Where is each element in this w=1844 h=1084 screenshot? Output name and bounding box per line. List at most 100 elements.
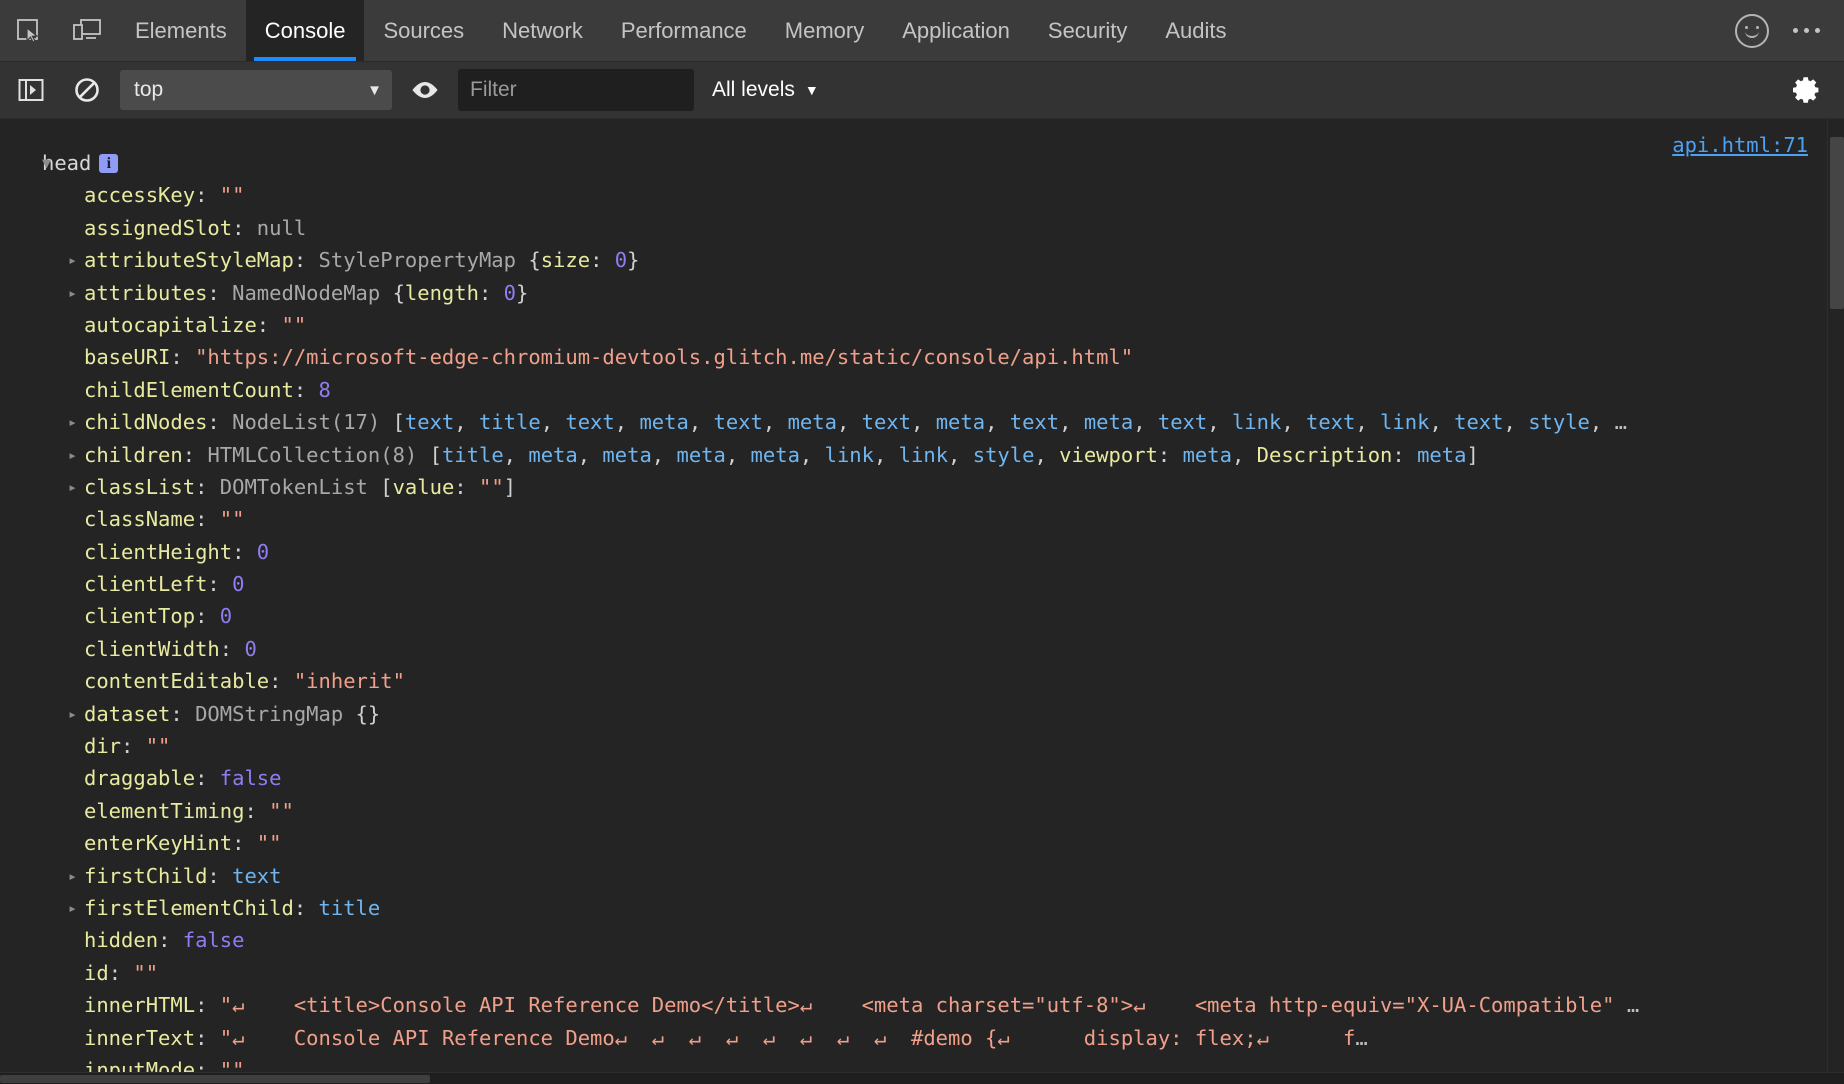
console-output-panel[interactable]: api.html:71 ▼headiaccessKey: ""assignedS… bbox=[0, 119, 1844, 1084]
console-property-row[interactable]: ▸firstElementChild: title bbox=[0, 892, 1844, 924]
property-value-token[interactable]: link bbox=[899, 443, 948, 467]
property-value-token[interactable]: text bbox=[1306, 410, 1355, 434]
live-expression-icon[interactable] bbox=[402, 69, 448, 111]
console-property-row[interactable]: autocapitalize: "" bbox=[0, 309, 1844, 341]
expand-triangle-right-icon[interactable]: ▸ bbox=[68, 406, 77, 438]
property-value-token[interactable]: text bbox=[1010, 410, 1059, 434]
tab-application[interactable]: Application bbox=[883, 0, 1029, 61]
property-value-token[interactable]: text bbox=[862, 410, 911, 434]
console-property-row[interactable]: accessKey: "" bbox=[0, 179, 1844, 211]
console-property-row[interactable]: baseURI: "https://microsoft-edge-chromiu… bbox=[0, 341, 1844, 373]
tab-audits[interactable]: Audits bbox=[1146, 0, 1245, 61]
settings-gear-icon[interactable] bbox=[1784, 69, 1830, 111]
property-value-token[interactable]: style bbox=[973, 443, 1035, 467]
console-property-row[interactable]: assignedSlot: null bbox=[0, 212, 1844, 244]
console-property-row[interactable]: childElementCount: 8 bbox=[0, 374, 1844, 406]
property-name: dataset bbox=[84, 702, 170, 726]
property-value-token[interactable]: title bbox=[479, 410, 541, 434]
device-toolbar-icon[interactable] bbox=[58, 0, 116, 61]
console-property-row[interactable]: draggable: false bbox=[0, 762, 1844, 794]
console-property-row[interactable]: className: "" bbox=[0, 503, 1844, 535]
expand-triangle-right-icon[interactable]: ▸ bbox=[68, 892, 77, 924]
more-options-icon[interactable] bbox=[1787, 20, 1826, 41]
tab-security[interactable]: Security bbox=[1029, 0, 1146, 61]
clear-console-icon[interactable] bbox=[64, 69, 110, 111]
console-property-row[interactable]: ▸childNodes: NodeList(17) [text, title, … bbox=[0, 406, 1844, 438]
console-property-row[interactable]: contentEditable: "inherit" bbox=[0, 665, 1844, 697]
property-value-token[interactable]: text bbox=[1158, 410, 1207, 434]
property-value-token[interactable]: meta bbox=[1084, 410, 1133, 434]
expand-triangle-right-icon[interactable]: ▸ bbox=[68, 860, 77, 892]
console-property-row[interactable]: ▸children: HTMLCollection(8) [title, met… bbox=[0, 439, 1844, 471]
tab-console[interactable]: Console bbox=[246, 0, 365, 61]
property-value-token[interactable]: style bbox=[1528, 410, 1590, 434]
log-level-selector[interactable]: All levels ▼ bbox=[704, 78, 827, 102]
console-property-row[interactable]: id: "" bbox=[0, 957, 1844, 989]
tab-label: Sources bbox=[383, 18, 464, 44]
console-property-row[interactable]: clientTop: 0 bbox=[0, 600, 1844, 632]
console-property-row[interactable]: ▸attributes: NamedNodeMap {length: 0} bbox=[0, 277, 1844, 309]
filter-input[interactable] bbox=[458, 69, 694, 111]
info-badge-icon[interactable]: i bbox=[99, 154, 118, 173]
property-value-token[interactable]: meta bbox=[528, 443, 577, 467]
property-value-token[interactable]: text bbox=[565, 410, 614, 434]
property-value-token: , bbox=[837, 410, 862, 434]
expand-triangle-right-icon[interactable]: ▸ bbox=[68, 244, 77, 276]
execution-context-selector[interactable]: top ▼ bbox=[120, 70, 392, 110]
tab-elements[interactable]: Elements bbox=[116, 0, 246, 61]
console-property-row[interactable]: ▸attributeStyleMap: StylePropertyMap {si… bbox=[0, 244, 1844, 276]
property-value-token[interactable]: meta bbox=[936, 410, 985, 434]
property-value-token: NamedNodeMap bbox=[232, 281, 392, 305]
property-value-token[interactable]: meta bbox=[788, 410, 837, 434]
property-name: childElementCount bbox=[84, 378, 294, 402]
property-value-token: , bbox=[615, 410, 640, 434]
console-property-row[interactable]: ▸classList: DOMTokenList [value: ""] bbox=[0, 471, 1844, 503]
property-value-token[interactable]: link bbox=[1232, 410, 1281, 434]
console-property-row[interactable]: ▸dataset: DOMStringMap {} bbox=[0, 698, 1844, 730]
console-property-row[interactable]: dir: "" bbox=[0, 730, 1844, 762]
console-property-row[interactable]: innerText: "↵ Console API Reference Demo… bbox=[0, 1022, 1844, 1054]
property-value-token[interactable]: title bbox=[442, 443, 504, 467]
console-property-row[interactable]: ▸firstChild: text bbox=[0, 860, 1844, 892]
inspect-element-icon[interactable] bbox=[0, 0, 58, 61]
expand-triangle-down-icon[interactable]: ▼ bbox=[42, 147, 51, 179]
property-value-token[interactable]: text bbox=[1454, 410, 1503, 434]
console-object-header[interactable]: ▼headi bbox=[0, 147, 1844, 179]
property-value-token: Console API Reference Demo bbox=[244, 1026, 614, 1050]
property-value-token[interactable]: text bbox=[405, 410, 454, 434]
vertical-scrollbar[interactable] bbox=[1827, 119, 1844, 1084]
horizontal-scrollbar-thumb[interactable] bbox=[0, 1075, 430, 1083]
property-value-token[interactable]: meta bbox=[1183, 443, 1232, 467]
property-value-token[interactable]: meta bbox=[602, 443, 651, 467]
console-property-row[interactable]: innerHTML: "↵ <title>Console API Referen… bbox=[0, 989, 1844, 1021]
console-property-row[interactable]: clientHeight: 0 bbox=[0, 536, 1844, 568]
smiley-icon[interactable] bbox=[1735, 14, 1769, 48]
property-value-token[interactable]: meta bbox=[639, 410, 688, 434]
expand-triangle-right-icon[interactable]: ▸ bbox=[68, 277, 77, 309]
expand-triangle-right-icon[interactable]: ▸ bbox=[68, 698, 77, 730]
property-value-token[interactable]: meta bbox=[676, 443, 725, 467]
property-value-token[interactable]: text bbox=[714, 410, 763, 434]
console-property-row[interactable]: elementTiming: "" bbox=[0, 795, 1844, 827]
property-value-token[interactable]: meta bbox=[1417, 443, 1466, 467]
horizontal-scrollbar[interactable] bbox=[0, 1072, 1844, 1084]
vertical-scrollbar-thumb[interactable] bbox=[1830, 137, 1844, 309]
property-value-token[interactable]: meta bbox=[751, 443, 800, 467]
tab-memory[interactable]: Memory bbox=[766, 0, 883, 61]
console-property-row[interactable]: clientLeft: 0 bbox=[0, 568, 1844, 600]
console-property-row[interactable]: hidden: false bbox=[0, 924, 1844, 956]
property-value-token[interactable]: link bbox=[825, 443, 874, 467]
expand-triangle-right-icon[interactable]: ▸ bbox=[68, 471, 77, 503]
property-value-token: DOMTokenList bbox=[220, 475, 380, 499]
property-value-token: 8 bbox=[319, 378, 331, 402]
tab-performance[interactable]: Performance bbox=[602, 0, 766, 61]
console-property-row[interactable]: clientWidth: 0 bbox=[0, 633, 1844, 665]
console-property-row[interactable]: enterKeyHint: "" bbox=[0, 827, 1844, 859]
property-value-token[interactable]: title bbox=[319, 896, 381, 920]
tab-network[interactable]: Network bbox=[483, 0, 602, 61]
expand-triangle-right-icon[interactable]: ▸ bbox=[68, 439, 77, 471]
tab-sources[interactable]: Sources bbox=[364, 0, 483, 61]
property-value-token[interactable]: text bbox=[232, 864, 281, 888]
show-console-sidebar-icon[interactable] bbox=[8, 69, 54, 111]
property-value-token[interactable]: link bbox=[1380, 410, 1429, 434]
